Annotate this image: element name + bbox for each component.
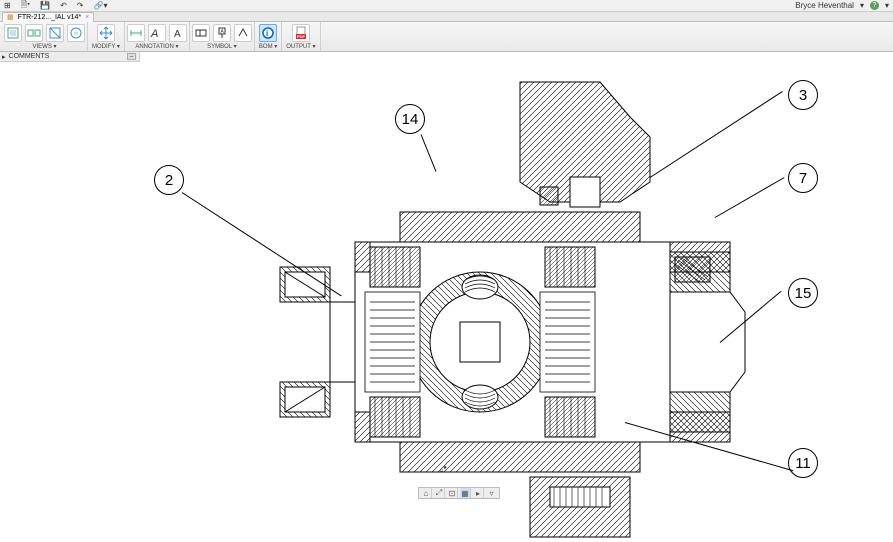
file-icon[interactable]: 🗎▾ bbox=[21, 0, 30, 13]
nav-fit-icon[interactable]: ⤢ bbox=[434, 488, 445, 498]
quick-access-toolbar: ⊞ 🗎▾ 💾 ↶ ↷ 🔗▾ Bryce Heventhal ▾ ? ▾ bbox=[0, 0, 893, 12]
svg-text:A: A bbox=[174, 29, 181, 40]
user-name[interactable]: Bryce Heventhal bbox=[795, 1, 854, 10]
balloon-3[interactable]: 3 bbox=[788, 80, 818, 110]
svg-text:A: A bbox=[150, 28, 158, 40]
grid-icon[interactable]: ⊞ bbox=[4, 1, 11, 10]
move-icon[interactable] bbox=[97, 24, 115, 42]
comments-panel-header[interactable]: ▸ COMMENTS – bbox=[0, 52, 140, 62]
ribbon-group-modify: MODIFY ▾ bbox=[88, 22, 125, 51]
document-tabs: ▦ FTR-212..._IAL v14* × bbox=[0, 12, 893, 22]
user-dropdown-icon[interactable]: ▾ bbox=[860, 1, 864, 10]
balloon-2[interactable]: 2 bbox=[154, 165, 184, 195]
symbol-label[interactable]: SYMBOL ▾ bbox=[205, 42, 238, 51]
projected-view-icon[interactable] bbox=[25, 24, 43, 42]
surface-icon[interactable] bbox=[234, 24, 252, 42]
section-view-drawing bbox=[270, 22, 790, 542]
redo-icon[interactable]: ↷ bbox=[77, 1, 84, 10]
balloon-7[interactable]: 7 bbox=[788, 163, 818, 193]
close-icon[interactable]: ▾ bbox=[885, 1, 889, 10]
balloon-14[interactable]: 14 bbox=[395, 104, 425, 134]
comments-toggle-icon[interactable]: – bbox=[127, 53, 136, 60]
help-icon[interactable]: ? bbox=[870, 1, 879, 10]
drawing-canvas[interactable]: 14 2 3 7 15 11 ▫● ⌂ ⤢ ⊡ ▦ ▸ ▿ bbox=[0, 62, 893, 503]
nav-dropdown-icon[interactable]: ▿ bbox=[486, 488, 497, 498]
nav-zoom-window-icon[interactable]: ⊡ bbox=[447, 488, 458, 498]
tab-title: FTR-212..._IAL v14* bbox=[18, 14, 82, 21]
text-icon[interactable]: A bbox=[148, 24, 166, 42]
tab-drawing[interactable]: ▦ FTR-212..._IAL v14* × bbox=[2, 12, 94, 22]
datum-icon[interactable]: A bbox=[213, 24, 231, 42]
comments-collapse-icon[interactable]: ▸ bbox=[2, 53, 6, 61]
gdt-icon[interactable] bbox=[192, 24, 210, 42]
annotation-label[interactable]: ANNOTATION ▾ bbox=[133, 42, 180, 51]
views-label[interactable]: VIEWS ▾ bbox=[30, 42, 58, 51]
nav-grid-icon[interactable]: ▦ bbox=[460, 488, 471, 498]
cursor-indicator: ▫● bbox=[440, 465, 447, 475]
link-icon[interactable]: 🔗▾ bbox=[93, 1, 107, 10]
ribbon-group-symbol: A SYMBOL ▾ bbox=[190, 22, 255, 51]
section-view-icon[interactable] bbox=[46, 24, 64, 42]
nav-play-icon[interactable]: ▸ bbox=[473, 488, 484, 498]
modify-label[interactable]: MODIFY ▾ bbox=[90, 42, 122, 51]
tab-close-icon[interactable]: × bbox=[85, 14, 89, 21]
nav-home-icon[interactable]: ⌂ bbox=[421, 488, 432, 498]
comments-title: COMMENTS bbox=[9, 53, 50, 60]
drawing-doc-icon: ▦ bbox=[7, 13, 14, 21]
save-icon[interactable]: 💾 bbox=[40, 1, 50, 10]
svg-text:i: i bbox=[266, 29, 268, 38]
undo-icon[interactable]: ↶ bbox=[60, 1, 67, 10]
balloon-11[interactable]: 11 bbox=[788, 448, 818, 478]
detail-view-icon[interactable] bbox=[67, 24, 85, 42]
balloon-15[interactable]: 15 bbox=[788, 278, 818, 308]
dimension-icon[interactable] bbox=[127, 24, 145, 42]
ribbon-group-views: VIEWS ▾ bbox=[2, 22, 88, 51]
view-nav-toolbar: ⌂ ⤢ ⊡ ▦ ▸ ▿ bbox=[418, 487, 500, 499]
ribbon-group-annotation: A A ANNOTATION ▾ bbox=[125, 22, 190, 51]
base-view-icon[interactable] bbox=[4, 24, 22, 42]
leader-icon[interactable]: A bbox=[169, 24, 187, 42]
